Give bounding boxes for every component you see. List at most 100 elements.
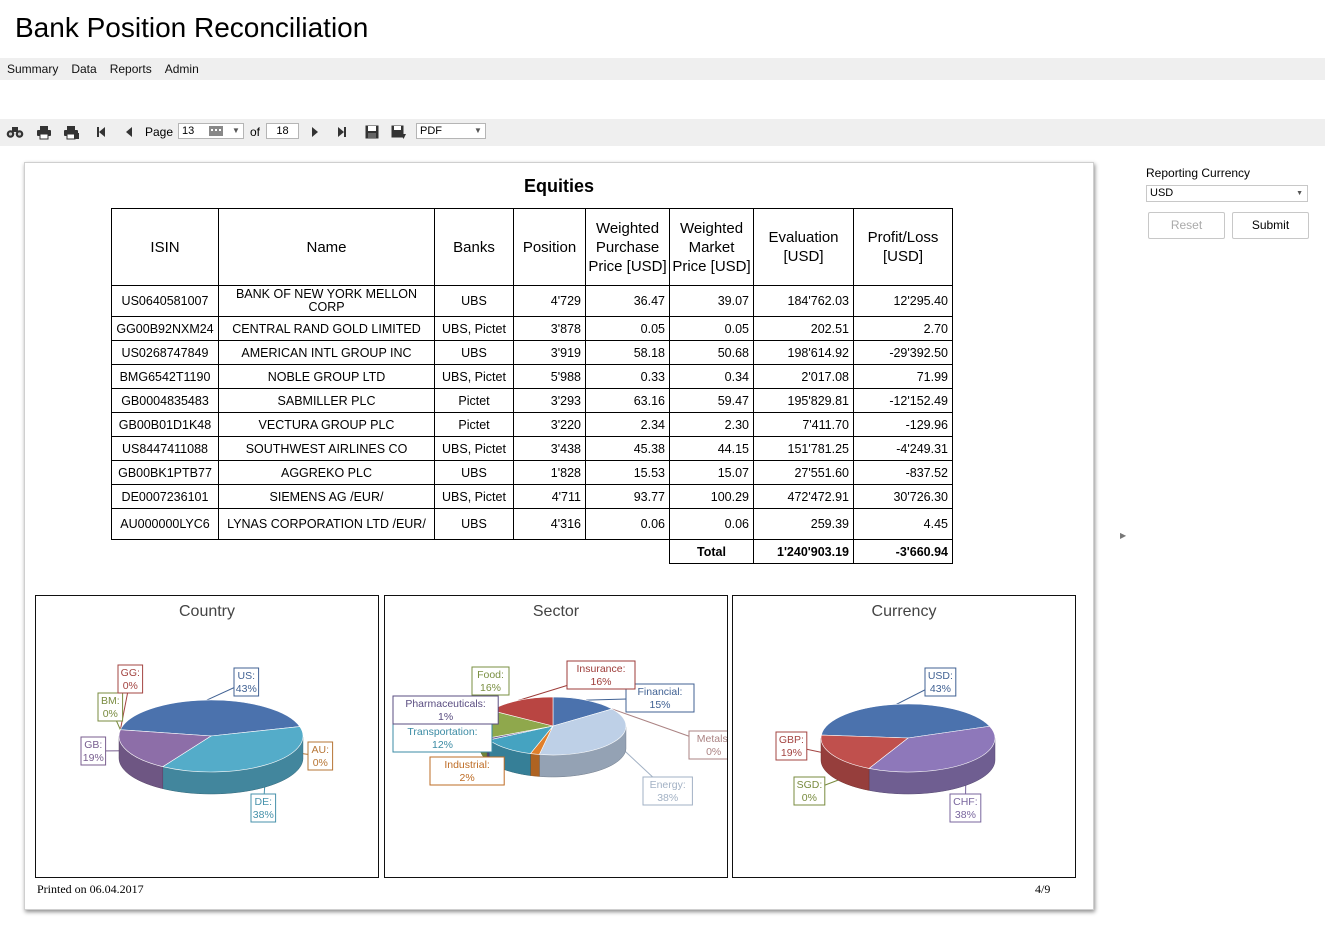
cell-market-price: 0.06 [669, 508, 754, 540]
export-format-value: PDF [420, 125, 442, 137]
cell-market-price: 50.68 [669, 340, 754, 365]
pie-label-value: 16% [480, 682, 501, 694]
cell-banks: UBS [434, 285, 514, 317]
pie-label-name: Industrial: [444, 759, 490, 771]
column-header-purchase-price: Weighted Purchase Price [USD] [585, 208, 670, 286]
reset-button[interactable]: Reset [1148, 212, 1225, 239]
cell-evaluation: 7'411.70 [753, 412, 854, 437]
pie-label-insurance: Insurance:16% [566, 660, 636, 690]
cell-position: 3'438 [513, 436, 586, 461]
last-page-icon[interactable] [336, 124, 348, 140]
app-title: Bank Position Reconciliation [15, 12, 369, 43]
cell-evaluation: 195'829.81 [753, 388, 854, 413]
chart-sector: Sector Financial:15%Metals:0%Energy:38%I… [384, 595, 728, 878]
cell-banks: UBS [434, 508, 514, 540]
pie-label-gbp: GBP:19% [775, 731, 808, 761]
cell-profit-loss: 12'295.40 [853, 285, 953, 317]
print-layout-icon[interactable] [62, 124, 80, 140]
next-page-icon[interactable] [310, 124, 320, 140]
column-header-evaluation: Evaluation [USD] [753, 208, 854, 286]
menu-bar: Summary Data Reports Admin [0, 58, 1325, 80]
table-total-row: Total 1'240'903.19 -3'660.94 [112, 539, 953, 564]
pie-label-value: 0% [313, 757, 328, 769]
cell-market-price: 2.30 [669, 412, 754, 437]
menu-item-data[interactable]: Data [64, 58, 102, 76]
cell-position: 4'711 [513, 484, 586, 509]
cell-position: 3'878 [513, 316, 586, 341]
reporting-currency-value: USD [1150, 187, 1174, 199]
pie-label-value: 2% [460, 772, 475, 784]
pie-label-value: 12% [432, 739, 453, 751]
cell-position: 4'316 [513, 508, 586, 540]
column-header-profit-loss: Profit/Loss [USD] [853, 208, 953, 286]
print-icon[interactable] [35, 124, 53, 140]
menu-item-admin[interactable]: Admin [158, 58, 205, 76]
reporting-currency-select[interactable]: USD ▼ [1146, 185, 1308, 202]
pie-label-name: SGD: [797, 779, 823, 791]
chevron-down-icon[interactable]: ▼ [474, 124, 482, 138]
pie-label-value: 0% [123, 680, 138, 692]
cell-name: AMERICAN INTL GROUP INC [218, 340, 435, 365]
table-row: GG00B92NXM24 CENTRAL RAND GOLD LIMITED UBS… [111, 316, 953, 341]
menu-item-summary[interactable]: Summary [0, 58, 64, 76]
pie-label-pharmaceuticals: Pharmaceuticals:1% [392, 695, 499, 725]
cell-isin: BMG6542T1190 [111, 364, 219, 389]
cell-isin: US8447411088 [111, 436, 219, 461]
pie-label-value: 38% [253, 809, 274, 821]
cell-market-price: 39.07 [669, 285, 754, 317]
pie-label-name: US: [238, 670, 256, 682]
pie-label-value: 43% [236, 683, 257, 695]
pie-label-name: DE: [255, 796, 273, 808]
chevron-down-icon[interactable]: ▼ [232, 124, 240, 138]
cell-isin: GB00B01D1K48 [111, 412, 219, 437]
cell-evaluation: 472'472.91 [753, 484, 854, 509]
cell-position: 5'988 [513, 364, 586, 389]
pie-label-value: 43% [930, 683, 951, 695]
page-picker-icon[interactable] [209, 126, 223, 140]
pie-label-name: Pharmaceuticals: [405, 698, 486, 710]
first-page-icon[interactable] [95, 124, 107, 140]
page-number-input[interactable]: 13 ▼ [178, 123, 244, 139]
pie-label-financial: Financial:15% [625, 683, 695, 713]
cell-evaluation: 198'614.92 [753, 340, 854, 365]
cell-profit-loss: 30'726.30 [853, 484, 953, 509]
table-row: US0640581007 BANK OF NEW YORK MELLON CORP… [111, 285, 953, 317]
cell-evaluation: 151'781.25 [753, 436, 854, 461]
save-as-icon[interactable] [391, 124, 407, 140]
submit-button[interactable]: Submit [1232, 212, 1309, 239]
total-evaluation: 1'240'903.19 [753, 539, 854, 564]
cell-name: VECTURA GROUP PLC [218, 412, 435, 437]
cell-profit-loss: -4'249.31 [853, 436, 953, 461]
cell-position: 3'293 [513, 388, 586, 413]
cell-banks: UBS, Pictet [434, 436, 514, 461]
find-icon[interactable] [6, 124, 24, 140]
cell-banks: UBS [434, 340, 514, 365]
menu-item-reports[interactable]: Reports [103, 58, 158, 76]
cell-isin: GG00B92NXM24 [111, 316, 219, 341]
pie-label-de: DE:38% [250, 793, 277, 823]
panel-splitter-arrow-icon[interactable]: ▶ [1120, 531, 1126, 540]
export-format-select[interactable]: PDF ▼ [416, 123, 486, 139]
pie-label-name: USD: [928, 670, 953, 682]
cell-banks: Pictet [434, 388, 514, 413]
cell-position: 1'828 [513, 460, 586, 485]
pie-label-bm: BM:0% [97, 692, 124, 722]
page-number-value: 13 [182, 125, 195, 137]
pie-chart-currency: USD:43% CHF:38% SGD:0% GBP:19% [775, 667, 996, 823]
table-row: US8447411088 SOUTHWEST AIRLINES CO UBS, Pi… [111, 436, 953, 461]
cell-name: AGGREKO PLC [218, 460, 435, 485]
pie-label-au: AU:0% [307, 741, 334, 771]
cell-isin: DE0007236101 [111, 484, 219, 509]
chevron-down-icon[interactable]: ▼ [1296, 186, 1303, 201]
pie-chart-sector: Financial:15% Metals:0% Energy:38% Industri… [392, 660, 727, 806]
pie-label-name: AU: [312, 744, 330, 756]
pie-label-food: Food:16% [471, 666, 510, 696]
pie-label-value: 19% [781, 747, 802, 759]
cell-name: SOUTHWEST AIRLINES CO [218, 436, 435, 461]
save-icon[interactable] [364, 124, 380, 140]
cell-evaluation: 184'762.03 [753, 285, 854, 317]
cell-name: SIEMENS AG /EUR/ [218, 484, 435, 509]
pie-label-value: 0% [802, 792, 817, 804]
previous-page-icon[interactable] [122, 124, 134, 140]
cell-purchase-price: 2.34 [585, 412, 670, 437]
